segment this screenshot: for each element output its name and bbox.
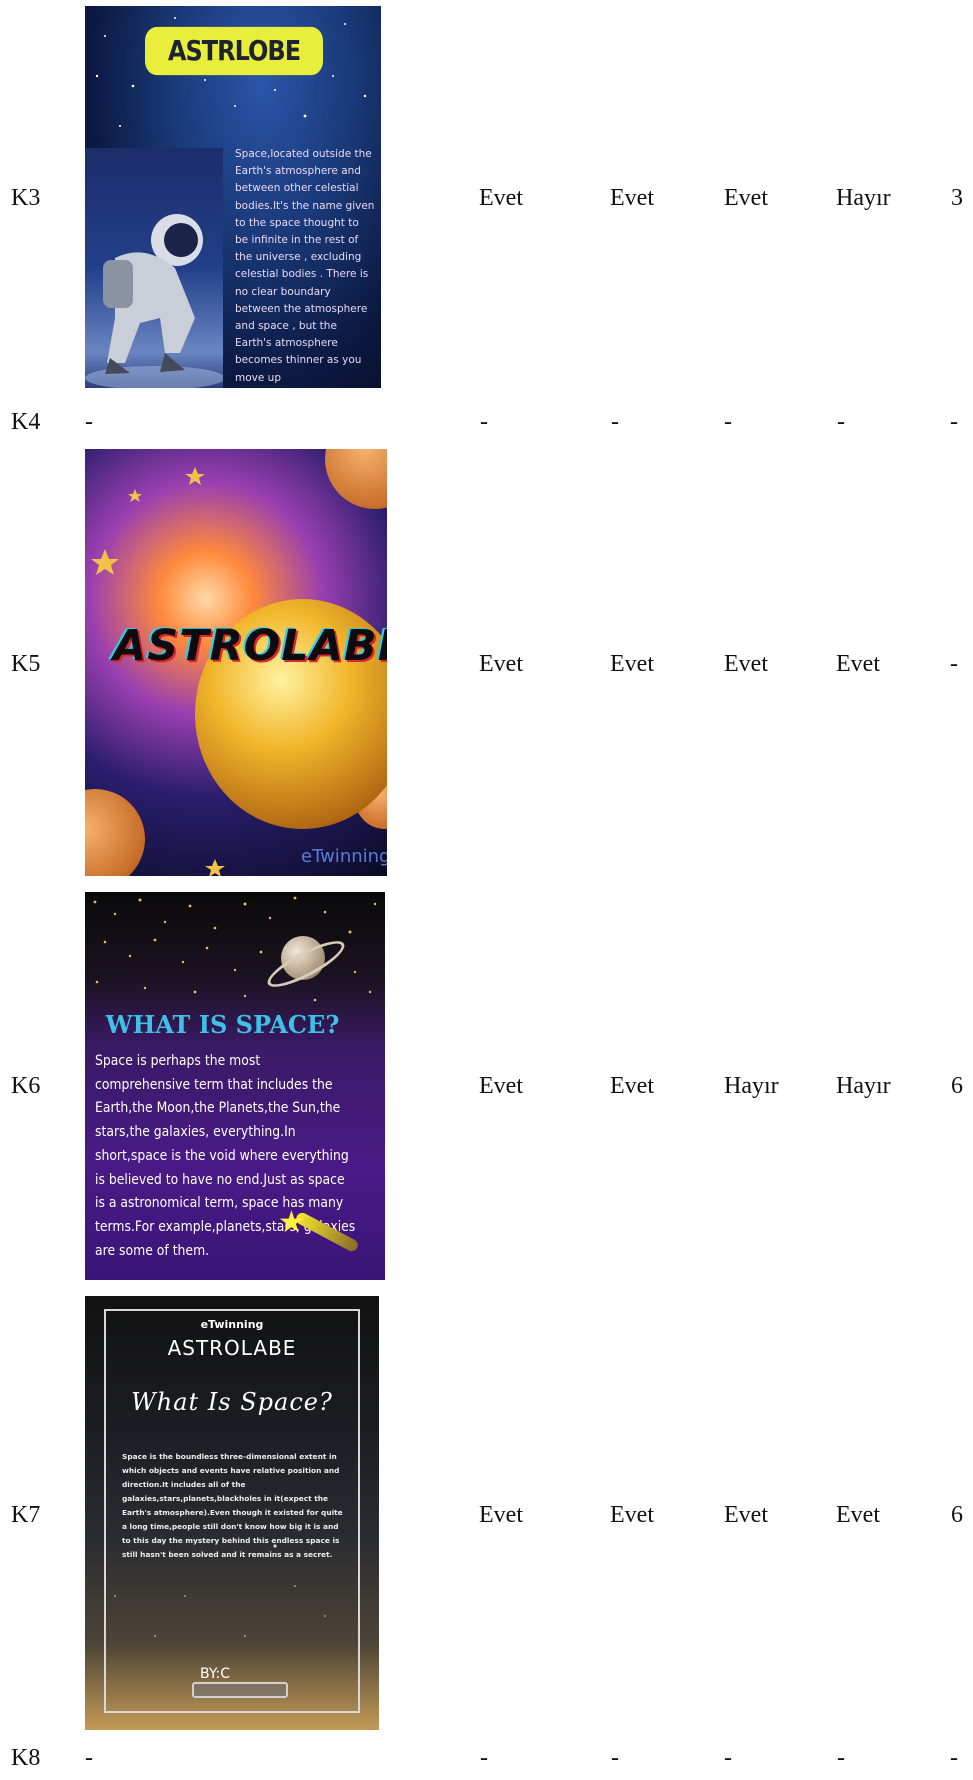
row-label: K4 <box>11 409 41 435</box>
cell-evet: Evet <box>836 1502 880 1528</box>
row-label: K3 <box>11 185 41 211</box>
shooting-star-icon: ★ <box>278 1206 305 1239</box>
astronaut-picture <box>85 148 225 388</box>
cell-dash: - <box>724 1745 732 1771</box>
poster-title: What Is Space? <box>131 1388 333 1416</box>
poster-title: WHAT IS SPACE? <box>105 1010 340 1039</box>
cell-evet: Evet <box>610 185 654 211</box>
cell-score: 6 <box>951 1073 963 1099</box>
cell-image-placeholder: - <box>85 409 93 435</box>
poster-byline: BY:C <box>200 1666 231 1682</box>
cell-score: 3 <box>951 185 963 211</box>
row-label: K8 <box>11 1745 41 1771</box>
poster-title: ASTROLABE <box>113 621 387 671</box>
name-bar <box>192 1682 288 1698</box>
cell-dash: - <box>950 651 958 677</box>
cell-hayir: Hayır <box>836 185 891 211</box>
cell-evet: Evet <box>610 1073 654 1099</box>
poster-image-k5: ASTROLABE eTwinning <box>85 449 387 876</box>
row-label: K7 <box>11 1502 41 1528</box>
row-label: K5 <box>11 651 41 677</box>
cell-dash: - <box>837 409 845 435</box>
poster-body-text: Space,located outside the Earth's atmosp… <box>235 148 375 384</box>
cell-evet: Evet <box>479 1502 523 1528</box>
cell-dash: - <box>480 409 488 435</box>
cell-dash: - <box>950 409 958 435</box>
cell-evet: Evet <box>610 1502 654 1528</box>
cell-evet: Evet <box>479 185 523 211</box>
row-label: K6 <box>11 1073 41 1099</box>
cell-dash: - <box>611 1745 619 1771</box>
poster-image-k3: ASTRLOBE Space,located outside the Earth… <box>85 6 381 388</box>
cell-dash: - <box>837 1745 845 1771</box>
cell-evet: Evet <box>836 651 880 677</box>
cell-dash: - <box>480 1745 488 1771</box>
cell-image-placeholder: - <box>85 1745 93 1771</box>
cell-score: 6 <box>951 1502 963 1528</box>
cell-dash: - <box>724 409 732 435</box>
cell-evet: Evet <box>724 185 768 211</box>
cell-evet: Evet <box>724 1502 768 1528</box>
poster-title: ASTRLOBE <box>145 26 323 76</box>
etwinning-logo: eTwinning <box>200 1318 264 1331</box>
cell-evet: Evet <box>610 651 654 677</box>
poster-brand: ASTROLABE <box>167 1336 297 1360</box>
cell-evet: Evet <box>724 651 768 677</box>
cell-hayir: Hayır <box>836 1073 891 1099</box>
cell-dash: - <box>950 1745 958 1771</box>
cell-dash: - <box>611 409 619 435</box>
poster-image-k7: eTwinning ASTROLABE What Is Space? Space… <box>85 1296 379 1730</box>
cell-hayir: Hayır <box>724 1073 779 1099</box>
cell-evet: Evet <box>479 651 523 677</box>
poster-body-text: Space is the boundless three-dimensional… <box>122 1452 343 1559</box>
poster-image-k6: WHAT IS SPACE? Space is perhaps the most… <box>85 892 385 1280</box>
astronaut-icon <box>85 214 225 388</box>
etwinning-logo: eTwinning <box>301 846 387 867</box>
cell-evet: Evet <box>479 1073 523 1099</box>
